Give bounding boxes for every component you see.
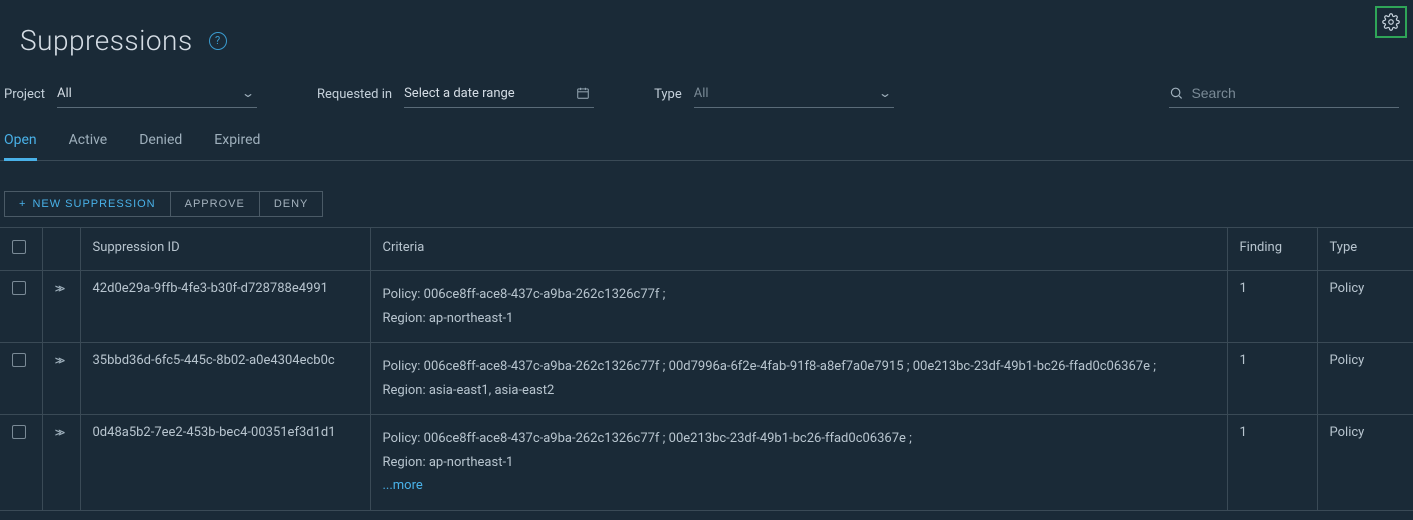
finding-cell: 1	[1227, 271, 1317, 343]
search-field[interactable]	[1169, 81, 1399, 108]
suppression-id-cell: 42d0e29a-9ffb-4fe3-b30f-d728788e4991	[80, 271, 370, 343]
calendar-icon	[576, 86, 590, 100]
type-cell: Policy	[1317, 343, 1413, 415]
more-link[interactable]: ...more	[383, 478, 423, 493]
chevron-down-icon: ⌄	[878, 86, 892, 100]
gear-icon	[1382, 13, 1400, 31]
new-suppression-label: NEW SUPPRESSION	[32, 198, 155, 210]
expand-row-icon[interactable]: >>	[55, 353, 62, 369]
type-cell: Policy	[1317, 271, 1413, 343]
search-icon	[1169, 85, 1183, 101]
help-icon[interactable]: ?	[209, 32, 227, 50]
criteria-region: Region: asia-east1, asia-east2	[383, 381, 1215, 401]
expand-row-icon[interactable]: >>	[55, 425, 62, 441]
criteria-region: Region: ap-northeast-1	[383, 453, 1215, 473]
tab-denied[interactable]: Denied	[139, 124, 182, 161]
row-checkbox[interactable]	[12, 281, 26, 295]
tab-open[interactable]: Open	[4, 124, 37, 161]
new-suppression-button[interactable]: + NEW SUPPRESSION	[4, 191, 171, 217]
criteria-cell: Policy: 006ce8ff-ace8-437c-a9ba-262c1326…	[370, 415, 1227, 511]
chevron-down-icon: ⌄	[241, 86, 255, 100]
col-type[interactable]: Type	[1317, 228, 1413, 271]
table-row: >> 35bbd36d-6fc5-445c-8b02-a0e4304ecb0c Po…	[0, 343, 1413, 415]
suppression-id-cell: 0d48a5b2-7ee2-453b-bec4-00351ef3d1d1	[80, 415, 370, 511]
deny-button[interactable]: DENY	[260, 191, 324, 217]
type-select-value: All	[694, 86, 709, 101]
criteria-policy: Policy: 006ce8ff-ace8-437c-a9ba-262c1326…	[383, 285, 1215, 305]
project-select[interactable]: All ⌄	[57, 82, 257, 108]
settings-gear-button[interactable]	[1375, 6, 1407, 38]
project-filter-label: Project	[4, 87, 45, 102]
type-select[interactable]: All ⌄	[694, 82, 894, 108]
plus-icon: +	[19, 198, 26, 210]
status-tabs: Open Active Denied Expired	[0, 124, 1413, 161]
expand-row-icon[interactable]: >>	[55, 281, 62, 297]
finding-cell: 1	[1227, 415, 1317, 511]
tab-active[interactable]: Active	[69, 124, 108, 161]
search-input[interactable]	[1191, 85, 1399, 101]
type-cell: Policy	[1317, 415, 1413, 511]
suppressions-table: Suppression ID Criteria Finding Type >> 4…	[0, 227, 1413, 511]
type-filter-label: Type	[654, 87, 682, 102]
col-criteria[interactable]: Criteria	[370, 228, 1227, 271]
select-all-checkbox[interactable]	[12, 240, 26, 254]
row-checkbox[interactable]	[12, 425, 26, 439]
col-finding[interactable]: Finding	[1227, 228, 1317, 271]
table-row: >> 42d0e29a-9ffb-4fe3-b30f-d728788e4991 Po…	[0, 271, 1413, 343]
approve-button[interactable]: APPROVE	[171, 191, 260, 217]
criteria-region: Region: ap-northeast-1	[383, 309, 1215, 329]
criteria-policy: Policy: 006ce8ff-ace8-437c-a9ba-262c1326…	[383, 357, 1215, 377]
table-row: >> 0d48a5b2-7ee2-453b-bec4-00351ef3d1d1 Po…	[0, 415, 1413, 511]
criteria-cell: Policy: 006ce8ff-ace8-437c-a9ba-262c1326…	[370, 343, 1227, 415]
row-checkbox[interactable]	[12, 353, 26, 367]
page-title: Suppressions	[20, 24, 193, 57]
requested-in-label: Requested in	[317, 87, 392, 102]
finding-cell: 1	[1227, 343, 1317, 415]
tab-expired[interactable]: Expired	[214, 124, 260, 161]
date-range-picker[interactable]: Select a date range	[404, 82, 594, 108]
project-select-value: All	[57, 86, 72, 101]
criteria-policy: Policy: 006ce8ff-ace8-437c-a9ba-262c1326…	[383, 429, 1215, 449]
suppression-id-cell: 35bbd36d-6fc5-445c-8b02-a0e4304ecb0c	[80, 343, 370, 415]
expand-header	[42, 228, 80, 271]
date-range-placeholder: Select a date range	[404, 86, 515, 101]
col-suppression-id[interactable]: Suppression ID	[80, 228, 370, 271]
criteria-cell: Policy: 006ce8ff-ace8-437c-a9ba-262c1326…	[370, 271, 1227, 343]
